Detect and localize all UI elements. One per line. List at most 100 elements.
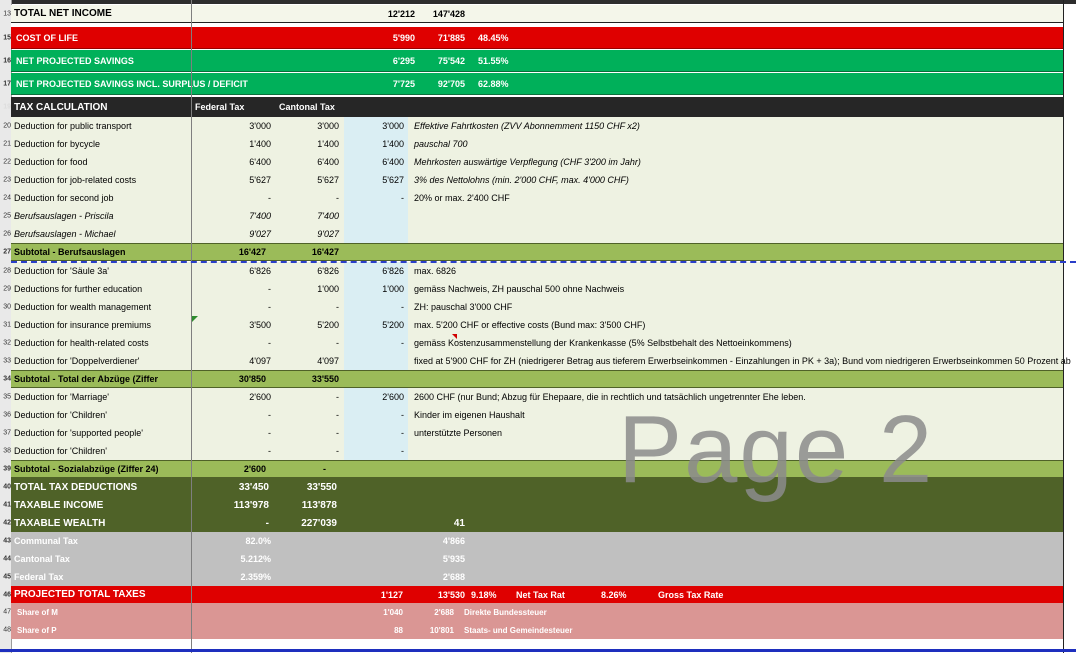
table-row[interactable]: 29 Deductions for further education - 1'… <box>3 280 1064 298</box>
cantonal-value[interactable]: 1'400 <box>279 135 339 153</box>
row-net-projected-savings-incl[interactable]: 17 NET PROJECTED SAVINGS INCL. SURPLUS /… <box>3 73 1064 95</box>
table-row[interactable]: 33 Deduction for 'Doppelverdiener' 4'097… <box>3 352 1071 370</box>
cantonal-value[interactable]: 1'000 <box>279 280 339 298</box>
federal-value[interactable]: - <box>211 280 271 298</box>
row-federal-tax[interactable]: 45 Federal Tax 2.359% 2'688 <box>3 568 1064 586</box>
rate-value[interactable]: 5.212% <box>211 550 271 568</box>
rate-value[interactable]: 82.0% <box>211 532 271 550</box>
cantonal-value[interactable]: - <box>279 406 339 424</box>
rate-value[interactable]: 2.359% <box>211 568 271 586</box>
cantonal-value[interactable]: 113'878 <box>279 496 337 514</box>
cantonal-value[interactable]: 9'027 <box>279 225 339 243</box>
applied-value[interactable]: - <box>344 189 404 207</box>
table-row[interactable]: 20 Deduction for public transport 3'000 … <box>3 117 1064 135</box>
percent-value[interactable]: 48.45% <box>478 27 509 48</box>
tax-amount[interactable]: 4'866 <box>411 532 465 550</box>
row-cantonal-tax[interactable]: 44 Cantonal Tax 5.212% 5'935 <box>3 550 1064 568</box>
row-net-projected-savings[interactable]: 16 NET PROJECTED SAVINGS 6'295 75'542 51… <box>3 50 1064 72</box>
table-row[interactable]: 22 Deduction for food 6'400 6'400 6'400 … <box>3 153 1064 171</box>
monthly-value[interactable]: 1'127 <box>351 586 403 603</box>
table-row[interactable]: 30 Deduction for wealth management - - -… <box>3 298 1064 316</box>
spreadsheet-grid[interactable]: 13 TOTAL NET INCOME 12'212 147'428 15 CO… <box>0 0 1076 653</box>
federal-value[interactable]: 1'400 <box>211 135 271 153</box>
comment-indicator-icon[interactable] <box>452 334 457 339</box>
row-total-net-income[interactable]: 13 TOTAL NET INCOME 12'212 147'428 <box>3 5 1064 23</box>
cantonal-value[interactable]: 7'400 <box>279 207 339 225</box>
comment-indicator-icon[interactable] <box>192 316 198 322</box>
federal-value[interactable]: - <box>211 298 271 316</box>
table-row[interactable]: 24 Deduction for second job - - - 20% or… <box>3 189 1064 207</box>
tax-amount[interactable]: 2'688 <box>411 568 465 586</box>
share-federal[interactable]: 1'040 <box>351 603 403 621</box>
federal-value[interactable]: 6'826 <box>211 262 271 280</box>
table-row[interactable]: 31 Deduction for insurance premiums 3'50… <box>3 316 1064 334</box>
applied-value[interactable]: 6'400 <box>344 153 404 171</box>
row-subtotal-total-abzuege[interactable]: 34 Subtotal - Total der Abzüge (Ziffer 3… <box>3 370 1064 388</box>
row-taxable-wealth[interactable]: 42 TAXABLE WEALTH - 227'039 41 <box>3 514 1064 532</box>
federal-value[interactable]: 4'097 <box>211 352 271 370</box>
row-projected-total-taxes[interactable]: 46 PROJECTED TOTAL TAXES 1'127 13'530 9.… <box>3 586 1064 603</box>
gross-rate-value[interactable]: 8.26% <box>601 586 627 603</box>
cantonal-value[interactable]: 227'039 <box>279 514 337 532</box>
applied-value[interactable]: - <box>344 334 404 352</box>
table-row[interactable]: 21 Deduction for bycycle 1'400 1'400 1'4… <box>3 135 1064 153</box>
applied-value[interactable]: 2'600 <box>344 388 404 406</box>
wealth-tax-value[interactable]: 41 <box>411 514 465 532</box>
applied-value[interactable]: 1'000 <box>344 280 404 298</box>
federal-value[interactable]: 5'627 <box>211 171 271 189</box>
yearly-value[interactable]: 13'530 <box>411 586 465 603</box>
row-communal-tax[interactable]: 43 Communal Tax 82.0% 4'866 <box>3 532 1064 550</box>
table-row[interactable]: 28 Deduction for 'Säule 3a' 6'826 6'826 … <box>3 262 1064 280</box>
applied-value[interactable]: - <box>344 424 404 442</box>
applied-value[interactable]: 1'400 <box>344 135 404 153</box>
yearly-value[interactable]: 71'885 <box>401 27 465 48</box>
applied-value[interactable]: 5'627 <box>344 171 404 189</box>
cantonal-value[interactable]: 5'627 <box>279 171 339 189</box>
cantonal-value[interactable]: - <box>279 388 339 406</box>
row-tax-calculation-header[interactable]: 19 TAX CALCULATION Federal Tax Cantonal … <box>3 97 1064 117</box>
federal-value[interactable]: - <box>211 442 271 460</box>
applied-value[interactable]: 3'000 <box>344 117 404 135</box>
cantonal-value[interactable]: 4'097 <box>279 352 339 370</box>
federal-value[interactable]: 33'450 <box>211 478 269 496</box>
cantonal-value[interactable]: 33'550 <box>264 371 339 387</box>
yearly-value[interactable]: 75'542 <box>401 50 465 71</box>
cantonal-value[interactable]: 6'400 <box>279 153 339 171</box>
federal-value[interactable]: 30'850 <box>191 371 266 387</box>
federal-value[interactable]: 9'027 <box>211 225 271 243</box>
federal-value[interactable]: - <box>211 334 271 352</box>
federal-value[interactable]: 2'600 <box>211 388 271 406</box>
federal-value[interactable]: 3'500 <box>211 316 271 334</box>
cantonal-value[interactable]: - <box>279 189 339 207</box>
applied-value[interactable]: - <box>344 442 404 460</box>
cantonal-value[interactable]: 6'826 <box>279 262 339 280</box>
net-rate-value[interactable]: 9.18% <box>471 586 497 603</box>
percent-value[interactable]: 62.88% <box>478 73 509 94</box>
table-row[interactable]: 25 Berufsauslagen - Priscila 7'400 7'400 <box>3 207 1064 225</box>
federal-value[interactable]: - <box>211 189 271 207</box>
share-cantonal[interactable]: 2'688 <box>411 603 454 621</box>
cantonal-value[interactable]: - <box>279 298 339 316</box>
yearly-value[interactable]: 92'705 <box>401 73 465 94</box>
cantonal-value[interactable]: 33'550 <box>279 478 337 496</box>
federal-value[interactable]: - <box>211 406 271 424</box>
applied-value[interactable]: 5'200 <box>344 316 404 334</box>
tax-amount[interactable]: 5'935 <box>411 550 465 568</box>
cantonal-value[interactable]: - <box>323 461 326 477</box>
cantonal-value[interactable]: 5'200 <box>279 316 339 334</box>
federal-value[interactable]: 3'000 <box>211 117 271 135</box>
row-cost-of-life[interactable]: 15 COST OF LIFE 5'990 71'885 48.45% <box>3 27 1064 49</box>
federal-value[interactable]: 7'400 <box>211 207 271 225</box>
applied-value[interactable]: - <box>344 298 404 316</box>
table-row[interactable]: 32 Deduction for health-related costs - … <box>3 334 1064 352</box>
row-subtotal-berufsauslagen[interactable]: 27 Subtotal - Berufsauslagen 16'427 16'4… <box>3 243 1064 261</box>
federal-value[interactable]: 6'400 <box>211 153 271 171</box>
cantonal-value[interactable]: - <box>279 424 339 442</box>
percent-value[interactable]: 51.55% <box>478 50 509 71</box>
applied-value[interactable]: 6'826 <box>344 262 404 280</box>
applied-value[interactable]: - <box>344 406 404 424</box>
federal-value[interactable]: 113'978 <box>211 496 269 514</box>
federal-value[interactable]: 2'600 <box>191 461 266 477</box>
cantonal-value[interactable]: - <box>279 334 339 352</box>
table-row[interactable]: 23 Deduction for job-related costs 5'627… <box>3 171 1064 189</box>
